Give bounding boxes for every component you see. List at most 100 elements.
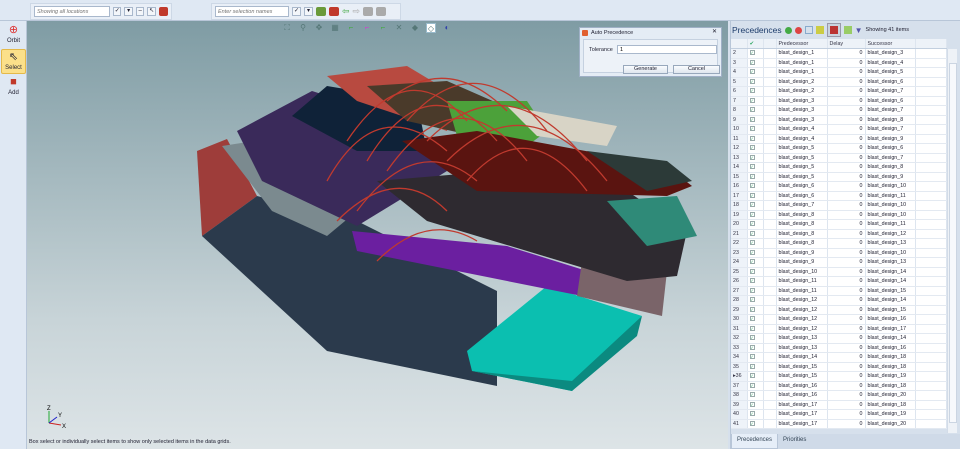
predecessor-cell[interactable]: blast_design_6 <box>776 191 828 201</box>
successor-cell[interactable]: blast_design_10 <box>865 200 916 211</box>
remove-icon[interactable] <box>794 26 802 34</box>
delay-cell[interactable]: 0 <box>827 181 866 192</box>
predecessor-cell[interactable]: blast_design_6 <box>776 181 828 192</box>
successor-cell[interactable]: blast_design_8 <box>865 115 916 125</box>
table-row[interactable]: 38 ✓ blast_design_16 0 blast_design_20 <box>731 390 947 401</box>
successor-cell[interactable]: blast_design_18 <box>865 362 916 372</box>
select-button[interactable]: ⇖ Select <box>1 49 26 74</box>
table-row[interactable]: 35 ✓ blast_design_15 0 blast_design_18 <box>731 362 947 372</box>
predecessor-cell[interactable]: blast_design_15 <box>776 371 828 382</box>
enabled-checkbox[interactable]: ✓ <box>747 371 764 382</box>
enabled-checkbox[interactable]: ✓ <box>747 210 764 220</box>
predecessor-cell[interactable]: blast_design_8 <box>776 210 828 220</box>
delay-cell[interactable]: 0 <box>827 115 866 125</box>
delay-cell[interactable]: 0 <box>827 219 866 230</box>
delay-cell[interactable]: 0 <box>827 362 866 372</box>
delay-cell[interactable]: 0 <box>827 419 866 429</box>
table-row[interactable]: 21 ✓ blast_design_8 0 blast_design_12 <box>731 229 947 239</box>
table-row[interactable]: 31 ✓ blast_design_12 0 blast_design_17 <box>731 324 947 334</box>
enabled-checkbox[interactable]: ✓ <box>747 305 764 315</box>
predecessor-cell[interactable]: blast_design_5 <box>776 153 828 163</box>
successor-cell[interactable]: blast_design_10 <box>865 248 916 258</box>
successor-cell[interactable]: blast_design_18 <box>865 352 916 363</box>
delay-cell[interactable]: 0 <box>827 305 866 315</box>
successor-cell[interactable]: blast_design_20 <box>865 419 916 429</box>
table-row[interactable]: 26 ✓ blast_design_11 0 blast_design_14 <box>731 276 947 287</box>
successor-cell[interactable]: blast_design_14 <box>865 267 916 277</box>
tab-precedences[interactable]: Precedences <box>731 434 779 449</box>
successor-cell[interactable]: blast_design_14 <box>865 295 916 306</box>
table-row[interactable]: 12 ✓ blast_design_5 0 blast_design_6 <box>731 143 947 154</box>
enabled-checkbox[interactable]: ✓ <box>747 257 764 268</box>
enabled-checkbox[interactable]: ✓ <box>747 162 764 173</box>
delay-cell[interactable]: 0 <box>827 124 866 135</box>
enabled-checkbox[interactable]: ✓ <box>747 295 764 306</box>
table-row[interactable]: 39 ✓ blast_design_17 0 blast_design_18 <box>731 400 947 410</box>
table-row[interactable]: 41 ✓ blast_design_17 0 blast_design_20 <box>731 419 947 429</box>
delay-cell[interactable]: 0 <box>827 371 866 382</box>
predecessor-cell[interactable]: blast_design_7 <box>776 200 828 211</box>
successor-cell[interactable]: blast_design_6 <box>865 96 916 106</box>
enabled-checkbox[interactable]: ✓ <box>747 267 764 277</box>
successor-cell[interactable]: blast_design_7 <box>865 105 916 116</box>
table-row[interactable]: 30 ✓ blast_design_12 0 blast_design_16 <box>731 314 947 325</box>
successor-cell[interactable]: blast_design_17 <box>865 324 916 334</box>
delay-cell[interactable]: 0 <box>827 267 866 277</box>
enabled-checkbox[interactable]: ✓ <box>747 96 764 106</box>
predecessor-cell[interactable]: blast_design_9 <box>776 248 828 258</box>
successor-cell[interactable]: blast_design_4 <box>865 58 916 68</box>
delay-cell[interactable]: 0 <box>827 191 866 201</box>
clear-icon[interactable]: – <box>135 7 145 16</box>
delay-cell[interactable]: 0 <box>827 229 866 239</box>
enabled-checkbox[interactable]: ✓ <box>747 229 764 239</box>
enabled-checkbox[interactable]: ✓ <box>747 409 764 420</box>
enabled-checkbox[interactable]: ✓ <box>747 352 764 363</box>
table-row[interactable]: 5 ✓ blast_design_2 0 blast_design_6 <box>731 77 947 87</box>
successor-cell[interactable]: blast_design_20 <box>865 390 916 401</box>
delay-cell[interactable]: 0 <box>827 67 866 78</box>
enabled-checkbox[interactable]: ✓ <box>747 400 764 410</box>
table-row[interactable]: 22 ✓ blast_design_8 0 blast_design_13 <box>731 238 947 249</box>
enabled-checkbox[interactable]: ✓ <box>747 248 764 258</box>
delay-cell[interactable]: 0 <box>827 343 866 353</box>
successor-cell[interactable]: blast_design_15 <box>865 286 916 296</box>
table-row[interactable]: 27 ✓ blast_design_11 0 blast_design_15 <box>731 286 947 296</box>
delay-cell[interactable]: 0 <box>827 314 866 325</box>
successor-cell[interactable]: blast_design_11 <box>865 191 916 201</box>
enabled-checkbox[interactable]: ✓ <box>747 333 764 344</box>
enabled-checkbox[interactable]: ✓ <box>747 390 764 401</box>
delay-cell[interactable]: 0 <box>827 286 866 296</box>
enabled-checkbox[interactable]: ✓ <box>747 200 764 211</box>
table-row[interactable]: 15 ✓ blast_design_5 0 blast_design_9 <box>731 172 947 182</box>
enabled-checkbox[interactable]: ✓ <box>747 191 764 201</box>
enabled-checkbox[interactable]: ✓ <box>747 48 764 59</box>
delay-cell[interactable]: 0 <box>827 86 866 97</box>
3d-viewport[interactable]: ⛶ ⚲ ✥ ▦ ⌐ ⌐ ⌐ ✕ ◆ ◇ ◐ Z Y X Box select or individu… <box>27 21 728 449</box>
predecessor-cell[interactable]: blast_design_1 <box>776 58 828 68</box>
predecessor-cell[interactable]: blast_design_13 <box>776 343 828 353</box>
forward-arrow-icon[interactable]: ⇨ <box>353 6 361 17</box>
table-row[interactable]: 7 ✓ blast_design_3 0 blast_design_6 <box>731 96 947 106</box>
enabled-checkbox[interactable]: ✓ <box>747 86 764 97</box>
table-row[interactable]: 2 ✓ blast_design_1 0 blast_design_3 <box>731 48 947 59</box>
predecessor-cell[interactable]: blast_design_2 <box>776 77 828 87</box>
table-row[interactable]: 32 ✓ blast_design_13 0 blast_design_14 <box>731 333 947 344</box>
successor-cell[interactable]: blast_design_5 <box>865 67 916 78</box>
predecessor-cell[interactable]: blast_design_8 <box>776 229 828 239</box>
successor-cell[interactable]: blast_design_14 <box>865 333 916 344</box>
predecessor-cell[interactable]: blast_design_10 <box>776 267 828 277</box>
cancel-button[interactable]: Cancel <box>673 65 720 74</box>
predecessor-cell[interactable]: blast_design_8 <box>776 219 828 230</box>
table-row[interactable]: 25 ✓ blast_design_10 0 blast_design_14 <box>731 267 947 277</box>
successor-cell[interactable]: blast_design_16 <box>865 343 916 353</box>
table-row[interactable]: 29 ✓ blast_design_12 0 blast_design_15 <box>731 305 947 315</box>
close-icon[interactable]: ✕ <box>712 28 717 35</box>
predecessor-column-header[interactable]: Predecessor <box>776 39 828 49</box>
delay-cell[interactable]: 0 <box>827 77 866 87</box>
enabled-checkbox[interactable]: ✓ <box>747 172 764 182</box>
successor-cell[interactable]: blast_design_10 <box>865 181 916 192</box>
tab-priorities[interactable]: Priorities <box>778 434 811 449</box>
grey-blocks-icon[interactable] <box>363 7 374 16</box>
delay-column-header[interactable]: Delay <box>827 39 866 49</box>
predecessor-cell[interactable]: blast_design_1 <box>776 67 828 78</box>
